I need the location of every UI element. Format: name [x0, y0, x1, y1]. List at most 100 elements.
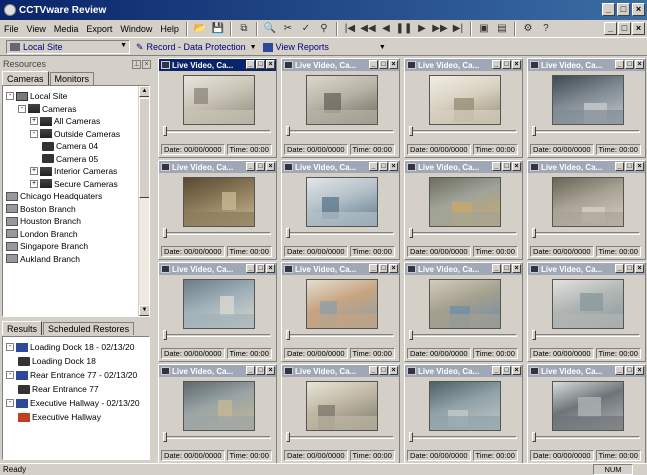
tile-minimize-button[interactable]: _: [246, 366, 255, 375]
tree-item[interactable]: - Local Site: [6, 90, 67, 102]
tile-maximize-button[interactable]: □: [379, 366, 388, 375]
tree-item[interactable]: London Branch: [6, 228, 78, 240]
tile-maximize-button[interactable]: □: [379, 162, 388, 171]
tile-minimize-button[interactable]: _: [492, 366, 501, 375]
tree-item[interactable]: - Executive Hallway - 02/13/20: [6, 397, 140, 409]
menu-window[interactable]: Window: [116, 24, 156, 34]
timeline-slider[interactable]: [287, 334, 394, 337]
tile-title-bar[interactable]: Live Video, Ca... _ □ ×: [405, 365, 522, 377]
timeline-slider[interactable]: [287, 436, 394, 439]
timeline-slider-handle[interactable]: [286, 126, 290, 136]
copy-icon[interactable]: ⧉: [237, 22, 251, 36]
save-icon[interactable]: 💾: [211, 22, 225, 36]
tile-title-bar[interactable]: Live Video, Ca... _ □ ×: [528, 365, 645, 377]
tree-item[interactable]: - Loading Dock 18 - 02/13/20: [6, 341, 134, 353]
tile-close-button[interactable]: ×: [266, 264, 275, 273]
video-frame[interactable]: [429, 177, 501, 227]
tile-close-button[interactable]: ×: [635, 366, 644, 375]
timeline-slider-handle[interactable]: [532, 228, 536, 238]
help-icon[interactable]: ?: [539, 22, 553, 36]
video-frame[interactable]: [552, 75, 624, 125]
camera-icon[interactable]: ▣: [477, 22, 491, 36]
timeline-slider-handle[interactable]: [163, 330, 167, 340]
video-tile[interactable]: Live Video, Ca... _ □ × Date: 00/00/0000 Time…: [281, 160, 400, 260]
video-frame[interactable]: [306, 381, 378, 431]
play-icon[interactable]: ▶: [415, 22, 429, 36]
timeline-slider-handle[interactable]: [163, 126, 167, 136]
video-tile[interactable]: Live Video, Ca... _ □ × Date: 00/00/0000 Time…: [527, 364, 646, 464]
timeline-slider[interactable]: [533, 436, 640, 439]
tree-item[interactable]: - Rear Entrance 77 - 02/13/20: [6, 369, 137, 381]
tile-close-button[interactable]: ×: [389, 162, 398, 171]
tile-minimize-button[interactable]: _: [246, 264, 255, 273]
tree-item[interactable]: + All Cameras: [30, 115, 100, 127]
tile-close-button[interactable]: ×: [266, 162, 275, 171]
settings-icon[interactable]: ⚙: [521, 22, 535, 36]
tree-item[interactable]: Rear Entrance 77: [18, 383, 99, 395]
video-tile[interactable]: Live Video, Ca... _ □ × Date: 00/00/0000 Time…: [158, 160, 277, 260]
binoculars-icon[interactable]: ⚲: [317, 22, 331, 36]
video-tile[interactable]: Live Video, Ca... _ □ × Date: 00/00/0000 Time…: [404, 364, 523, 464]
timeline-slider[interactable]: [410, 130, 517, 133]
tile-maximize-button[interactable]: □: [502, 366, 511, 375]
video-tile[interactable]: Live Video, Ca... _ □ × Date: 00/00/0000 Time…: [158, 58, 277, 158]
panel-pin-button[interactable]: ⊥: [132, 59, 141, 69]
tile-title-bar[interactable]: Live Video, Ca... _ □ ×: [159, 263, 276, 275]
last-frame-icon[interactable]: ▶|: [451, 22, 465, 36]
timeline-slider-handle[interactable]: [163, 432, 167, 442]
tree-item[interactable]: Singapore Branch: [6, 240, 88, 252]
expand-icon[interactable]: +: [30, 167, 38, 175]
tile-title-bar[interactable]: Live Video, Ca... _ □ ×: [405, 59, 522, 71]
tree-item[interactable]: - Outside Cameras: [30, 128, 120, 140]
pause-icon[interactable]: ❚❚: [396, 22, 413, 36]
timeline-slider-handle[interactable]: [163, 228, 167, 238]
menu-media[interactable]: Media: [50, 24, 83, 34]
rewind-icon[interactable]: ◀◀: [360, 22, 375, 36]
video-frame[interactable]: [183, 381, 255, 431]
site-combo[interactable]: Local Site ▼: [6, 40, 130, 54]
tile-maximize-button[interactable]: □: [379, 264, 388, 273]
tile-title-bar[interactable]: Live Video, Ca... _ □ ×: [282, 365, 399, 377]
tile-minimize-button[interactable]: _: [246, 162, 255, 171]
tile-close-button[interactable]: ×: [266, 60, 275, 69]
close-button[interactable]: ×: [632, 3, 645, 16]
tile-title-bar[interactable]: Live Video, Ca... _ □ ×: [405, 263, 522, 275]
tile-maximize-button[interactable]: □: [256, 264, 265, 273]
tile-maximize-button[interactable]: □: [256, 60, 265, 69]
tree-item[interactable]: Houston Branch: [6, 215, 81, 227]
timeline-slider[interactable]: [410, 232, 517, 235]
video-tile[interactable]: Live Video, Ca... _ □ × Date: 00/00/0000 Time…: [404, 58, 523, 158]
tree-item[interactable]: + Secure Cameras: [30, 178, 118, 190]
tile-title-bar[interactable]: Live Video, Ca... _ □ ×: [282, 263, 399, 275]
tile-close-button[interactable]: ×: [266, 366, 275, 375]
tile-maximize-button[interactable]: □: [625, 366, 634, 375]
tile-title-bar[interactable]: Live Video, Ca... _ □ ×: [528, 263, 645, 275]
timeline-slider-handle[interactable]: [409, 432, 413, 442]
fast-forward-icon[interactable]: ▶▶: [432, 22, 447, 36]
record-button[interactable]: ✎ Record - Data Protection ▼: [136, 42, 257, 53]
timeline-slider[interactable]: [164, 334, 271, 337]
collapse-icon[interactable]: -: [18, 104, 26, 113]
tile-minimize-button[interactable]: _: [615, 60, 624, 69]
tree-item[interactable]: Chicago Headquaters: [6, 190, 102, 202]
tree-item[interactable]: Executive Hallway: [18, 411, 101, 423]
video-frame[interactable]: [552, 177, 624, 227]
mdi-restore-button[interactable]: □: [618, 22, 631, 35]
tree-item[interactable]: Camera 05: [42, 153, 98, 165]
first-frame-icon[interactable]: |◀: [343, 22, 357, 36]
crop-icon[interactable]: ✂: [281, 22, 295, 36]
scroll-thumb[interactable]: [139, 98, 149, 198]
tile-maximize-button[interactable]: □: [379, 60, 388, 69]
tab-monitors[interactable]: Monitors: [49, 72, 95, 85]
tree-item[interactable]: - Cameras: [18, 103, 76, 115]
resources-scrollbar[interactable]: ▲ ▼: [138, 86, 149, 316]
video-tile[interactable]: Live Video, Ca... _ □ × Date: 00/00/0000 Time…: [158, 364, 277, 464]
video-frame[interactable]: [306, 279, 378, 329]
video-tile[interactable]: Live Video, Ca... _ □ × Date: 00/00/0000 Time…: [281, 58, 400, 158]
video-tile[interactable]: Live Video, Ca... _ □ × Date: 00/00/0000 Time…: [527, 262, 646, 362]
tile-title-bar[interactable]: Live Video, Ca... _ □ ×: [528, 161, 645, 173]
zoom-icon[interactable]: 🔍: [263, 22, 277, 36]
menu-view[interactable]: View: [23, 24, 50, 34]
tile-minimize-button[interactable]: _: [615, 366, 624, 375]
timeline-slider[interactable]: [533, 130, 640, 133]
